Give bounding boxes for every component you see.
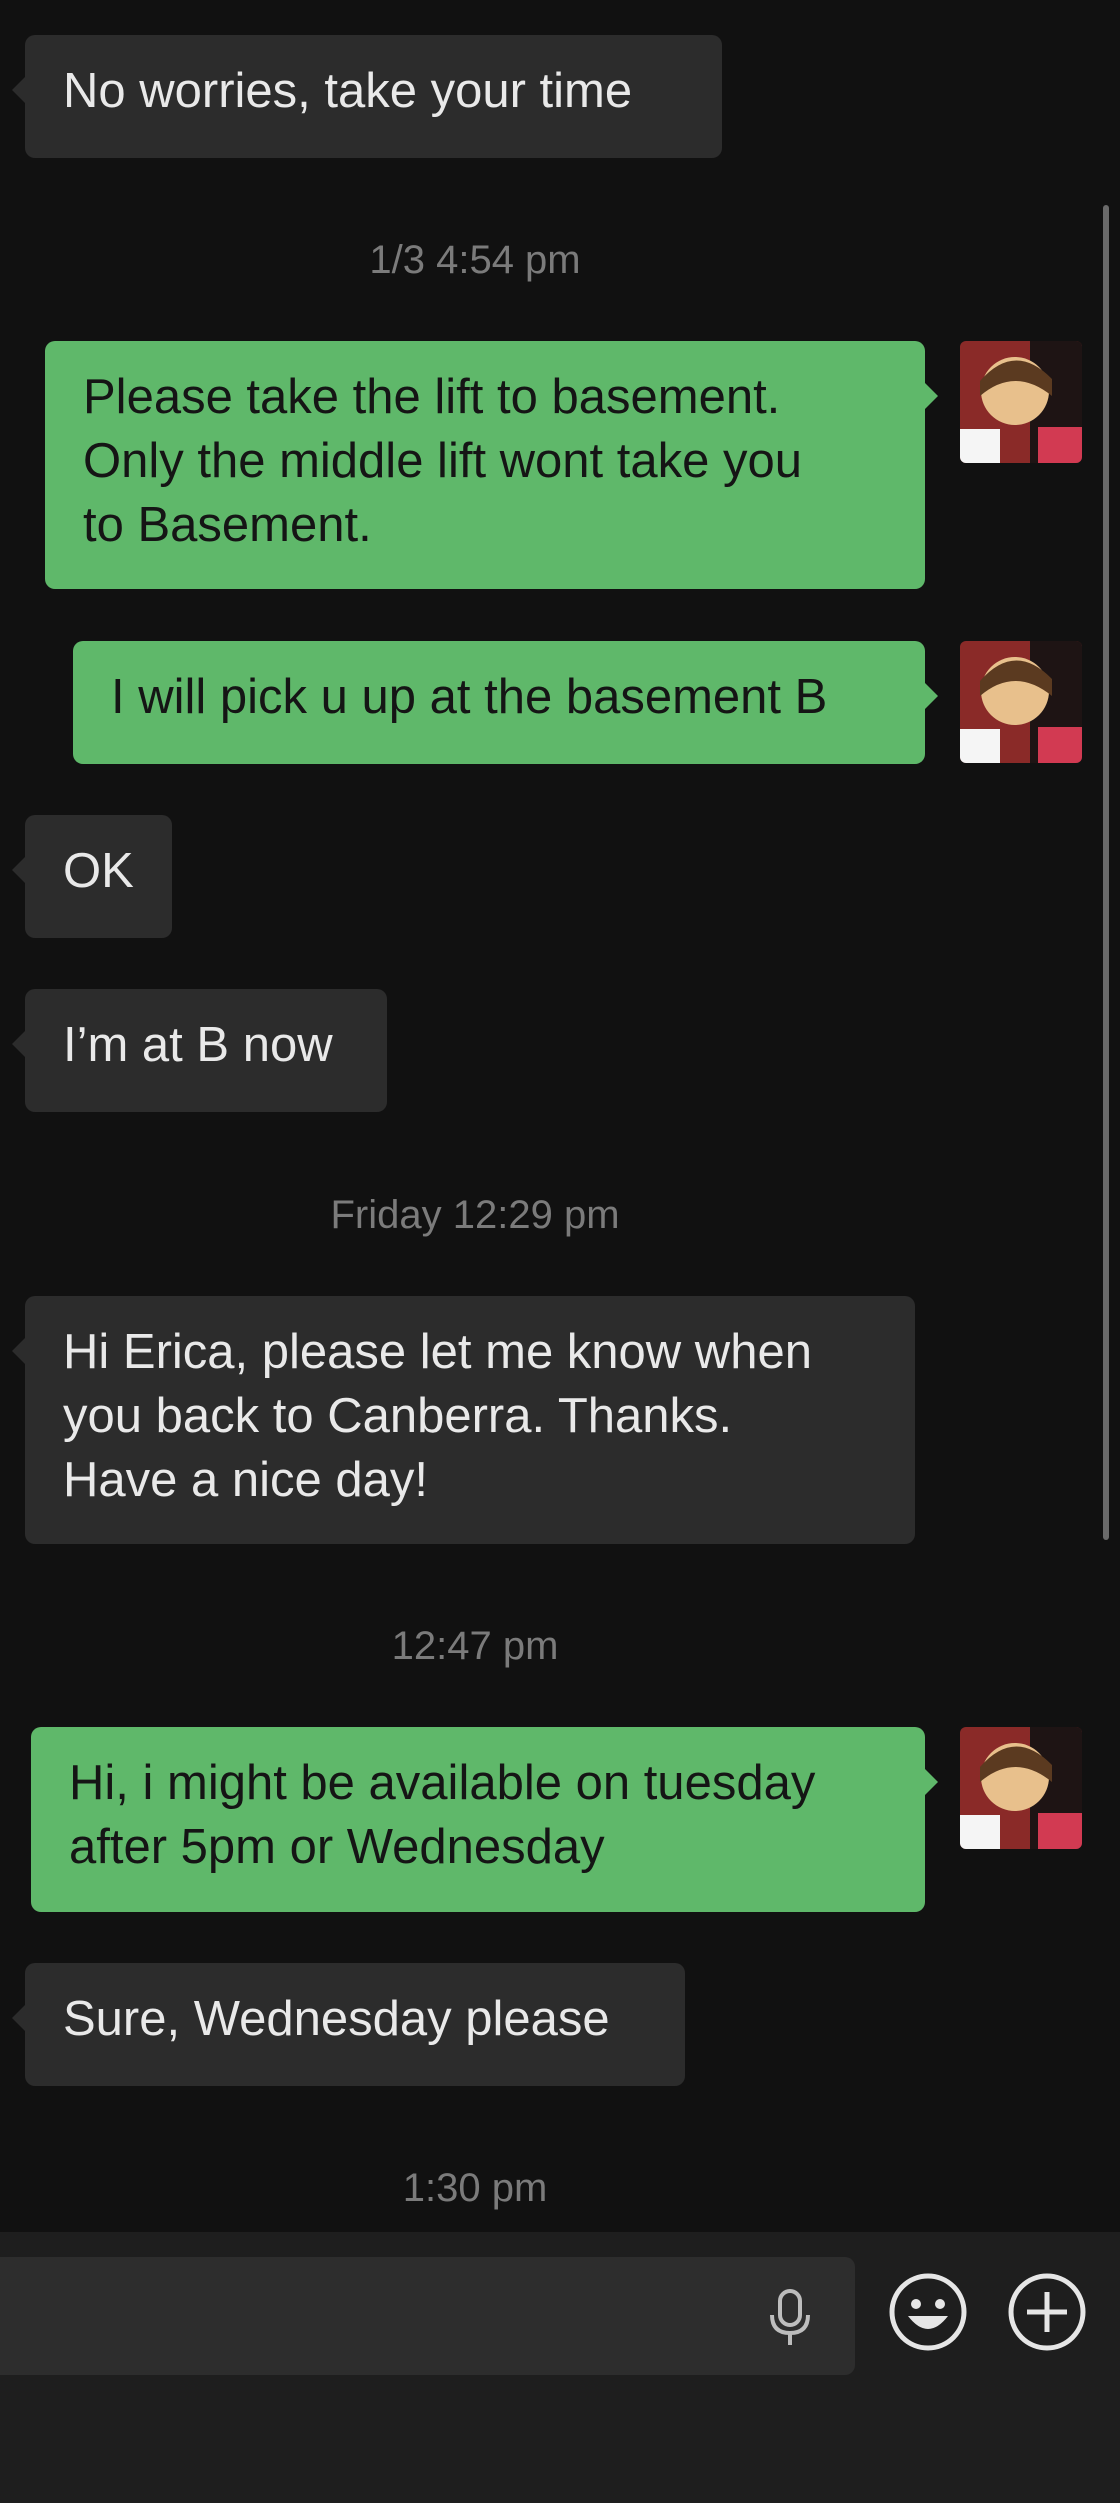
message-text: Please take the lift to basement. Only t… — [83, 370, 803, 552]
outgoing-message[interactable]: I will pick u up at the basement B — [73, 641, 938, 764]
scrollbar[interactable] — [1103, 205, 1109, 1540]
timestamp: 12:47 pm — [391, 1624, 559, 1668]
message-text: I will pick u up at the basement B — [111, 670, 828, 724]
message-input[interactable] — [0, 2257, 855, 2375]
avatar[interactable] — [960, 1727, 1082, 1849]
incoming-message[interactable]: No worries, take your time — [12, 35, 722, 158]
message-text: Sure, Wednesday please — [63, 1992, 610, 2046]
incoming-message[interactable]: Sure, Wednesday please — [12, 1963, 685, 2086]
outgoing-message[interactable]: Please take the lift to basement. Only t… — [45, 341, 938, 589]
incoming-message[interactable]: OK — [12, 815, 172, 938]
incoming-message[interactable]: I’m at B now — [12, 989, 387, 1112]
incoming-message[interactable]: Hi Erica, please let me know when you ba… — [12, 1296, 915, 1544]
timestamp: 1:30 pm — [402, 2166, 548, 2210]
chat-history[interactable]: No worries, take your time 1/3 4:54 pm P… — [0, 0, 1120, 2232]
message-text: No worries, take your time — [63, 64, 633, 118]
timestamp: 1/3 4:54 pm — [369, 238, 581, 282]
outgoing-message[interactable]: Hi, i might be available on tuesday afte… — [31, 1727, 938, 1912]
emoji-icon[interactable] — [888, 2272, 968, 2352]
timestamp: Friday 12:29 pm — [330, 1193, 620, 1237]
avatar[interactable] — [960, 341, 1082, 463]
input-bar — [0, 2232, 1120, 2503]
plus-icon[interactable] — [1007, 2272, 1087, 2352]
avatar[interactable] — [960, 641, 1082, 763]
message-text: Hi, i might be available on tuesday afte… — [69, 1756, 816, 1874]
microphone-icon[interactable] — [765, 2287, 815, 2347]
message-text: OK — [63, 844, 134, 898]
message-text: Hi Erica, please let me know when you ba… — [63, 1325, 812, 1507]
message-text: I’m at B now — [63, 1018, 333, 1072]
